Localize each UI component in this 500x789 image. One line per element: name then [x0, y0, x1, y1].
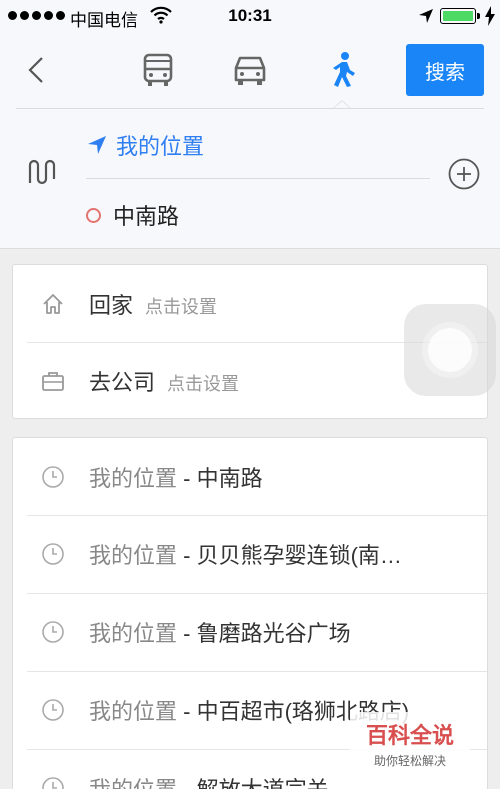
home-label: 回家 点击设置 [89, 293, 218, 318]
history-item-label: 我的位置 - 鲁磨路光谷广场 [89, 621, 351, 646]
car-icon [234, 56, 266, 85]
location-arrow-icon [419, 9, 433, 23]
history-item[interactable]: 我的位置 - 鲁磨路光谷广场 [13, 593, 487, 671]
assistive-touch-button[interactable] [404, 304, 496, 396]
origin-field[interactable]: 我的位置 [86, 129, 204, 161]
origin-text: 我的位置 [116, 134, 205, 159]
company-hint: 点击设置 [167, 374, 240, 394]
status-bar: 中国电信 10:31 [0, 0, 500, 32]
home-icon [41, 292, 65, 316]
add-waypoint-icon[interactable] [448, 158, 480, 190]
history-item[interactable]: 我的位置 - 中南路 [13, 438, 487, 516]
battery-icon [440, 8, 476, 24]
watermark-logo: 百科全说 助你轻松解决 [350, 712, 470, 782]
clock-icon [41, 776, 65, 789]
swap-route-icon[interactable] [26, 157, 58, 187]
search-button[interactable]: 搜索 [406, 44, 484, 96]
walk-icon [333, 52, 355, 87]
mode-walk-button[interactable] [321, 50, 365, 90]
mode-bus-button[interactable] [136, 50, 180, 90]
watermark-title: 百科全说 [365, 723, 454, 748]
company-label: 去公司 点击设置 [89, 370, 240, 395]
history-item-label: 我的位置 - 贝贝熊孕婴连锁(南… [89, 543, 402, 568]
clock-icon [41, 698, 65, 722]
destination-text: 中南路 [113, 204, 180, 229]
bus-icon [143, 53, 173, 86]
destination-field[interactable]: 中南路 [86, 199, 179, 231]
home-hint: 点击设置 [145, 297, 218, 317]
briefcase-icon [41, 369, 65, 393]
location-arrow-icon [88, 136, 106, 154]
field-divider [86, 178, 430, 179]
back-icon[interactable] [22, 50, 52, 90]
clock-icon [41, 542, 65, 566]
clock-icon [41, 620, 65, 644]
watermark-subtitle: 助你轻松解决 [373, 754, 446, 768]
divider [16, 108, 484, 109]
charging-bolt-icon [485, 6, 495, 26]
clock-icon [41, 465, 65, 489]
mode-car-button[interactable] [228, 50, 272, 90]
battery-tip [477, 13, 480, 19]
route-header: 搜索 我的位置 中南路 [0, 32, 500, 249]
history-item-label: 我的位置 - 中南路 [89, 466, 263, 491]
destination-dot-icon [86, 207, 101, 223]
history-item[interactable]: 我的位置 - 贝贝熊孕婴连锁(南… [13, 515, 487, 593]
